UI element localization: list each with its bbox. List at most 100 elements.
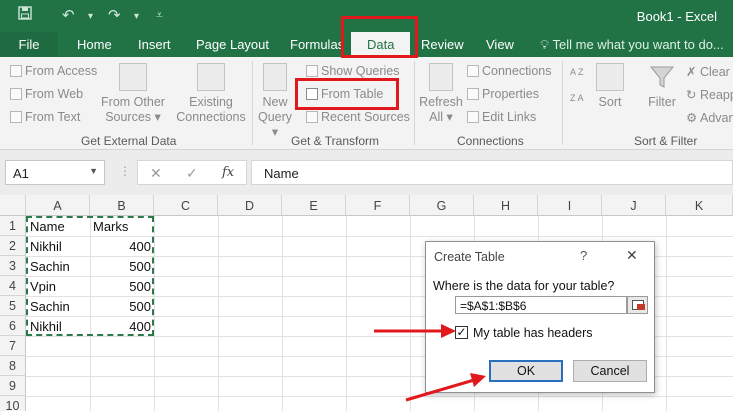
tab-file[interactable]: File: [0, 32, 58, 57]
row-header-1[interactable]: 1: [0, 216, 26, 236]
tab-page-layout[interactable]: Page Layout: [196, 37, 269, 52]
column-header-j[interactable]: J: [602, 195, 666, 216]
tab-review[interactable]: Review: [421, 37, 464, 52]
copy-marquee-selection: [26, 216, 154, 336]
enter-entry-icon[interactable]: ✓: [186, 165, 198, 182]
row-header-4[interactable]: 4: [0, 276, 26, 296]
redo-icon[interactable]: ↷: [108, 6, 121, 24]
row-header-6[interactable]: 6: [0, 316, 26, 336]
collapse-dialog-button[interactable]: [627, 296, 648, 314]
column-header-c[interactable]: C: [154, 195, 218, 216]
column-header-b[interactable]: B: [90, 195, 154, 216]
table-range-input[interactable]: =$A$1:$B$6: [455, 296, 627, 314]
reapply-label: Reapply: [699, 88, 733, 102]
highlight-data-tab: [341, 16, 418, 58]
connections-button[interactable]: Connections: [467, 64, 552, 78]
insert-function-icon[interactable]: fx: [222, 165, 234, 180]
existing-connections-icon: [197, 63, 225, 91]
ok-button[interactable]: OK: [489, 360, 563, 382]
other-sources-icon: [119, 63, 147, 91]
tab-home[interactable]: Home: [77, 37, 112, 52]
tab-formulas[interactable]: Formulas: [290, 37, 344, 52]
close-icon[interactable]: ✕: [626, 247, 638, 264]
from-text-button[interactable]: From Text: [10, 110, 80, 124]
gridline: [218, 216, 219, 411]
advanced-label: Advanced: [700, 111, 733, 125]
access-icon: [10, 65, 22, 77]
tab-insert[interactable]: Insert: [138, 37, 171, 52]
group-sort-filter: Sort & Filter: [634, 134, 698, 148]
show-queries-icon: [306, 65, 318, 77]
range-picker-arrow-icon: [637, 304, 645, 310]
name-box-value: A1: [13, 166, 29, 181]
advanced-button[interactable]: ⚙ Advanced: [686, 110, 733, 125]
has-headers-checkbox[interactable]: ✓: [455, 326, 468, 339]
row-header-8[interactable]: 8: [0, 356, 26, 376]
properties-icon: [467, 88, 479, 100]
cancel-entry-icon[interactable]: ✕: [150, 165, 162, 182]
sort-az-button[interactable]: A Z: [570, 67, 584, 77]
column-header-k[interactable]: K: [666, 195, 733, 216]
new-query-button[interactable]: New Query ▾: [256, 63, 294, 140]
row-header-5[interactable]: 5: [0, 296, 26, 316]
column-header-i[interactable]: I: [538, 195, 602, 216]
column-header-h[interactable]: H: [474, 195, 538, 216]
sort-za-button[interactable]: Z A: [570, 93, 584, 103]
group-separator: [252, 61, 253, 145]
help-icon[interactable]: ?: [580, 248, 587, 263]
sort-icon: [596, 63, 624, 91]
edit-links-button[interactable]: Edit Links: [467, 110, 536, 124]
column-header-e[interactable]: E: [282, 195, 346, 216]
sort-label: Sort: [598, 95, 622, 109]
row-header-7[interactable]: 7: [0, 336, 26, 356]
show-queries-button[interactable]: Show Queries: [306, 64, 400, 78]
group-separator: [562, 61, 563, 145]
clear-filter-button[interactable]: ✗ Clear: [686, 64, 730, 79]
row-header-3[interactable]: 3: [0, 256, 26, 276]
existing-connections-button[interactable]: Existing Connections: [174, 63, 248, 125]
formula-bar: A1 ▼ ⋮ ✕ ✓ fx Name: [0, 150, 733, 195]
column-header-f[interactable]: F: [346, 195, 410, 216]
recent-sources-label: Recent Sources: [321, 110, 410, 124]
name-box-dropdown-icon[interactable]: ▼: [89, 166, 98, 176]
row-header-10[interactable]: 10: [0, 396, 26, 411]
undo-dropdown-icon[interactable]: ▾: [88, 11, 93, 22]
formula-input[interactable]: Name: [251, 160, 733, 185]
undo-icon[interactable]: ↶: [62, 6, 75, 24]
cancel-button[interactable]: Cancel: [573, 360, 647, 382]
has-headers-label[interactable]: My table has headers: [473, 326, 593, 340]
web-icon: [10, 88, 22, 100]
highlight-from-table: [295, 78, 399, 110]
gridline: [26, 396, 733, 397]
group-get-transform: Get & Transform: [291, 134, 380, 148]
name-box[interactable]: A1 ▼: [5, 160, 105, 185]
redo-dropdown-icon[interactable]: ▾: [134, 11, 139, 22]
from-other-sources-button[interactable]: From Other Sources ▾: [98, 63, 168, 125]
from-web-button[interactable]: From Web: [10, 87, 83, 101]
row-header-9[interactable]: 9: [0, 376, 26, 396]
save-icon[interactable]: [18, 6, 32, 24]
refresh-all-button[interactable]: Refresh All ▾: [418, 63, 464, 125]
column-header-a[interactable]: A: [26, 195, 90, 216]
properties-button[interactable]: Properties: [467, 87, 539, 101]
customize-quick-access-icon[interactable]: ⩡: [156, 8, 163, 23]
select-all-corner[interactable]: [0, 195, 26, 216]
create-table-dialog: Create Table ? ✕ Where is the data for y…: [425, 241, 655, 393]
column-header-g[interactable]: G: [410, 195, 474, 216]
connections-label: Connections: [482, 64, 552, 78]
from-access-label: From Access: [25, 64, 98, 78]
group-get-external-data: Get External Data: [81, 134, 177, 148]
column-header-d[interactable]: D: [218, 195, 282, 216]
sort-button[interactable]: Sort: [594, 63, 626, 110]
tab-view[interactable]: View: [486, 37, 514, 52]
refresh-label-2: All ▾: [429, 110, 453, 124]
filter-button[interactable]: Filter: [643, 63, 681, 110]
tell-me-search[interactable]: 💡︎ Tell me what you want to do...: [540, 37, 724, 53]
refresh-icon: [429, 63, 453, 91]
recent-sources-button[interactable]: Recent Sources: [306, 110, 410, 124]
from-other-label-2: Sources ▾: [105, 110, 161, 124]
row-header-2[interactable]: 2: [0, 236, 26, 256]
sort-za-text: Z A: [570, 93, 584, 103]
from-access-button[interactable]: From Access: [10, 64, 97, 78]
reapply-button[interactable]: ↻ Reapply: [686, 87, 733, 102]
